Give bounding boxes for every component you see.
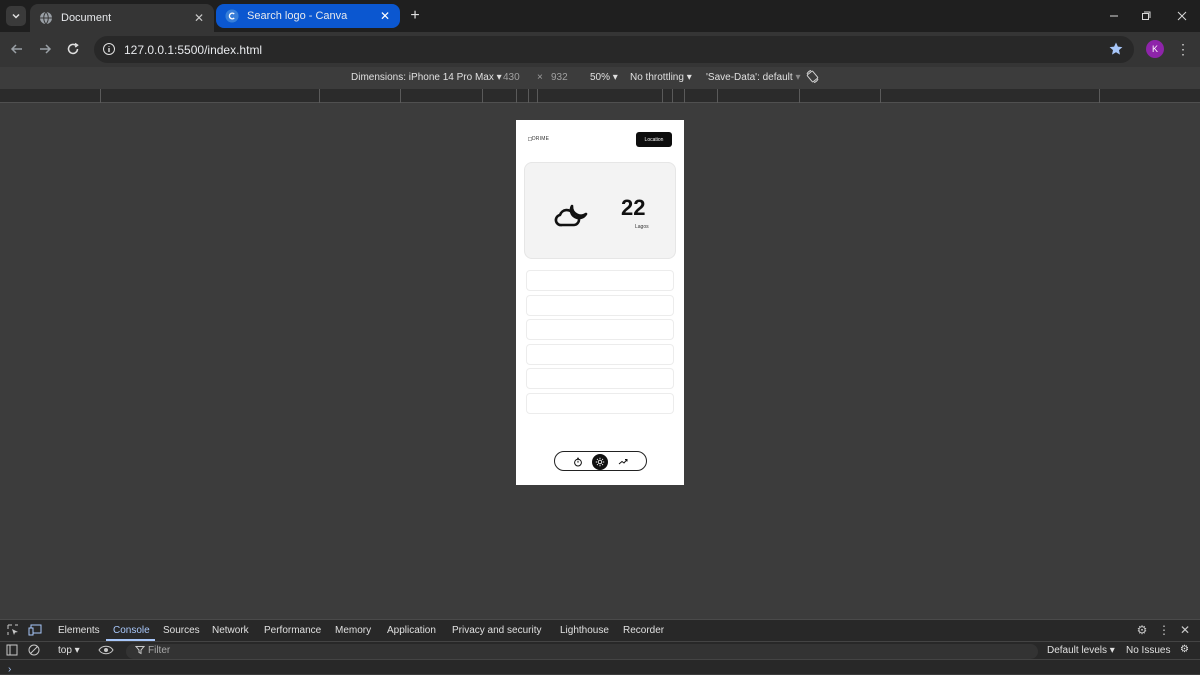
tab-canva[interactable]: Search logo - Canva ✕ <box>216 4 400 28</box>
console-settings-icon[interactable]: ⚙ <box>1180 644 1189 655</box>
reload-button[interactable] <box>64 40 82 58</box>
tab-strip: Document ✕ Search logo - Canva ✕ + <box>0 0 1200 32</box>
city-name: Lagos <box>635 224 649 230</box>
weather-card: 22 Lagos <box>524 162 676 259</box>
app-screen: DRIME Location 22 Lagos <box>516 120 684 485</box>
location-button[interactable]: Location <box>636 132 672 147</box>
browser-toolbar: 127.0.0.1:5500/index.html <box>0 32 1200 67</box>
device-height-input[interactable]: 932 <box>551 72 568 83</box>
profile-avatar[interactable]: K <box>1146 40 1164 58</box>
eye-icon <box>98 645 114 655</box>
minimize-icon <box>1110 15 1118 17</box>
live-expression-icon[interactable] <box>98 643 114 660</box>
tab-title: Search logo - Canva <box>247 10 348 22</box>
back-button[interactable] <box>8 40 26 58</box>
reload-icon <box>67 42 79 55</box>
dimension-separator: × <box>537 72 543 83</box>
minimize-button[interactable] <box>1104 6 1124 26</box>
tab-document[interactable]: Document ✕ <box>30 4 214 32</box>
rotate-icon <box>806 70 819 83</box>
tab-search-button[interactable] <box>6 6 26 26</box>
app-logo: DRIME <box>528 136 549 142</box>
console-prompt-icon[interactable]: › <box>8 664 11 675</box>
share-icon <box>618 459 628 465</box>
sidebar-toggle-icon[interactable] <box>6 644 18 659</box>
tab-memory[interactable]: Memory <box>335 625 371 636</box>
save-data-select[interactable]: 'Save-Data': default ▾ <box>706 72 800 83</box>
tab-title: Document <box>61 12 112 24</box>
device-width-input[interactable]: 430 <box>503 72 520 83</box>
device-toolbar: Dimensions: iPhone 14 Pro Max ▾ 430 × 93… <box>0 67 1200 89</box>
list-item[interactable] <box>526 319 674 340</box>
menu-kebab-icon[interactable]: ⋮ <box>1176 40 1190 58</box>
address-bar[interactable]: 127.0.0.1:5500/index.html <box>94 36 1134 63</box>
chevron-down-icon <box>12 13 20 19</box>
canva-icon <box>225 9 239 23</box>
close-icon <box>1177 11 1187 21</box>
list-item[interactable] <box>526 344 674 365</box>
tab-application[interactable]: Application <box>387 625 436 636</box>
console-filter-input[interactable]: Filter <box>126 644 1038 659</box>
media-query-ruler <box>0 89 1200 103</box>
throttling-select[interactable]: No throttling ▾ <box>630 72 692 83</box>
bookmark-star-icon[interactable] <box>1108 41 1124 57</box>
sun-icon <box>595 457 605 467</box>
restore-icon <box>1142 11 1151 20</box>
inspect-icon <box>7 624 18 635</box>
bottom-navigation <box>554 451 647 471</box>
sidebar-icon <box>6 644 18 656</box>
tab-console[interactable]: Console <box>113 625 150 636</box>
new-tab-button[interactable]: + <box>406 7 424 25</box>
zoom-select[interactable]: 50% ▾ <box>590 72 618 83</box>
nav-timer-button[interactable] <box>570 454 586 470</box>
close-icon[interactable]: ✕ <box>378 9 392 23</box>
device-toggle-icon[interactable] <box>28 623 42 637</box>
filter-placeholder: Filter <box>148 645 171 656</box>
inspect-element-icon[interactable] <box>6 623 20 637</box>
close-icon[interactable]: ✕ <box>192 11 206 25</box>
console-toolbar: top ▾ Filter Default levels ▾ No Issues … <box>0 641 1200 660</box>
log-levels-select[interactable]: Default levels ▾ <box>1047 645 1115 656</box>
context-select[interactable]: top ▾ <box>58 645 80 656</box>
close-devtools-icon[interactable]: ✕ <box>1178 623 1192 637</box>
block-icon <box>28 644 40 656</box>
tab-lighthouse[interactable]: Lighthouse <box>560 625 609 636</box>
settings-icon[interactable]: ⚙ <box>1135 623 1149 637</box>
close-window-button[interactable] <box>1172 6 1192 26</box>
devtools-panel: Elements Console Sources Network Perform… <box>0 619 1200 675</box>
timer-icon <box>574 457 582 467</box>
tab-sources[interactable]: Sources <box>163 625 200 636</box>
device-dimensions-select[interactable]: Dimensions: iPhone 14 Pro Max ▾ <box>351 72 502 83</box>
forward-button[interactable] <box>36 40 54 58</box>
restore-button[interactable] <box>1136 6 1156 26</box>
devtools-tabbar: Elements Console Sources Network Perform… <box>0 620 1200 641</box>
tab-network[interactable]: Network <box>212 625 249 636</box>
temperature-value: 22 <box>621 195 646 220</box>
tab-privacy-security[interactable]: Privacy and security <box>452 625 541 636</box>
arrow-left-icon <box>10 44 22 54</box>
tab-elements[interactable]: Elements <box>58 625 100 636</box>
device-viewport: DRIME Location 22 Lagos <box>0 103 1200 619</box>
info-icon[interactable] <box>102 42 116 56</box>
list-item[interactable] <box>526 393 674 414</box>
clear-console-icon[interactable] <box>28 644 40 659</box>
tab-recorder[interactable]: Recorder <box>623 625 664 636</box>
tab-performance[interactable]: Performance <box>264 625 321 636</box>
list-item[interactable] <box>526 295 674 316</box>
cloud-moon-icon <box>554 204 588 227</box>
filter-icon <box>134 645 146 658</box>
rotate-button[interactable] <box>805 69 820 87</box>
device-mode-icon <box>28 624 42 636</box>
arrow-right-icon <box>40 44 52 54</box>
globe-icon <box>40 11 52 25</box>
list-item[interactable] <box>526 368 674 389</box>
nav-weather-button[interactable] <box>592 454 608 470</box>
issues-count[interactable]: No Issues <box>1126 645 1170 656</box>
more-options-icon[interactable]: ⋮ <box>1157 623 1171 637</box>
list-item[interactable] <box>526 270 674 291</box>
nav-share-button[interactable] <box>615 454 631 470</box>
url-text: 127.0.0.1:5500/index.html <box>124 43 263 57</box>
